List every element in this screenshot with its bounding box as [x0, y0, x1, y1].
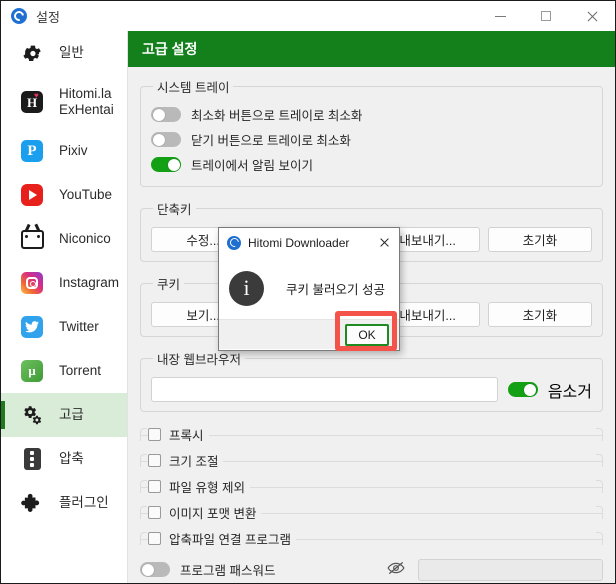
tray-option-close-to-tray[interactable]: 닫기 버튼으로 트레이로 최소화: [151, 127, 592, 152]
close-icon: [379, 237, 390, 248]
app-logo-icon: [11, 8, 27, 24]
window-title: 설정: [36, 9, 60, 25]
hotkey-reset-button[interactable]: 초기화: [487, 227, 592, 252]
checkbox-image-format-convert[interactable]: [148, 505, 161, 519]
dialog-message: 쿠키 불러오기 성공: [286, 282, 385, 297]
dialog-body: i 쿠키 불러오기 성공: [219, 257, 399, 319]
hotkey-legend: 단축키: [157, 203, 192, 217]
program-password-row: 프로그램 패스워드: [140, 554, 603, 583]
maximize-button[interactable]: [523, 1, 569, 31]
sidebar-item-general[interactable]: 일반: [1, 31, 127, 75]
toggle-show-notification[interactable]: [151, 157, 181, 172]
dialog-footer: OK: [219, 319, 399, 349]
minimize-button[interactable]: [477, 1, 523, 31]
web-browser-row: 음소거: [151, 377, 592, 402]
checkbox-exclude-filetype[interactable]: [148, 479, 161, 493]
program-password-field[interactable]: [418, 558, 603, 581]
exclude-filetype-group[interactable]: 파일 유형 제외: [140, 476, 603, 496]
web-browser-group: 내장 웹브라우저 음소거: [140, 349, 603, 412]
checkbox-label: 파일 유형 제외: [169, 480, 245, 495]
toggle-close-to-tray[interactable]: [151, 132, 181, 147]
checkbox-archive-association[interactable]: [148, 531, 161, 545]
sidebar-item-advanced[interactable]: 고급: [1, 393, 127, 437]
twitter-icon: [19, 314, 45, 340]
tray-option-minimize-to-tray[interactable]: 최소화 버튼으로 트레이로 최소화: [151, 102, 592, 127]
archive-association-group[interactable]: 압축파일 연결 프로그램: [140, 528, 603, 548]
toggle-label: 최소화 버튼으로 트레이로 최소화: [191, 109, 363, 123]
toggle-label: 닫기 버튼으로 트레이로 최소화: [191, 134, 351, 148]
window-controls: [477, 1, 615, 31]
sidebar-item-label: 일반: [59, 45, 84, 61]
sidebar-item-twitter[interactable]: Twitter: [1, 305, 127, 349]
close-button[interactable]: [569, 1, 615, 31]
sidebar-item-pixiv[interactable]: P Pixiv: [1, 129, 127, 173]
sidebar-item-youtube[interactable]: YouTube: [1, 173, 127, 217]
system-tray-group: 시스템 트레이 최소화 버튼으로 트레이로 최소화 닫기 버튼으로 트레이로 최…: [140, 77, 603, 187]
sidebar: 일반 H ♥ Hitomi.la ExHentai P Pixiv YouTube…: [1, 31, 128, 583]
sidebar-item-niconico[interactable]: Niconico: [1, 217, 127, 261]
advanced-gear-icon: [19, 402, 45, 428]
toggle-label: 트레이에서 알림 보이기: [191, 159, 313, 173]
cookie-reset-button[interactable]: 초기화: [487, 302, 592, 327]
dialog-close-button[interactable]: [373, 232, 395, 254]
ok-button[interactable]: OK: [345, 323, 389, 346]
plugin-icon: [19, 490, 45, 516]
niconico-icon: [19, 226, 45, 252]
checkbox-label: 압축파일 연결 프로그램: [169, 532, 291, 547]
sidebar-item-torrent[interactable]: µ Torrent: [1, 349, 127, 393]
sidebar-item-label-line2: ExHentai: [59, 102, 114, 117]
sidebar-item-plugin[interactable]: 플러그인: [1, 481, 127, 525]
eye-off-icon[interactable]: [386, 561, 406, 579]
title-bar: 설정: [1, 1, 615, 31]
minimize-icon: [494, 15, 506, 17]
sidebar-item-label: YouTube: [59, 187, 113, 203]
app-logo-icon: [227, 235, 241, 250]
toggle-program-password[interactable]: [140, 562, 170, 577]
gear-icon: [19, 40, 45, 66]
system-tray-legend: 시스템 트레이: [157, 81, 230, 95]
web-browser-input[interactable]: [151, 377, 498, 402]
page-title: 고급 설정: [128, 31, 615, 67]
sidebar-item-label: 플러그인: [59, 495, 109, 511]
archive-icon: [19, 446, 45, 472]
checkbox-label: 이미지 포맷 변환: [169, 506, 257, 521]
youtube-icon: [19, 182, 45, 208]
maximize-icon: [541, 11, 551, 21]
sidebar-item-label: Instagram: [59, 275, 120, 291]
dialog-title-bar: Hitomi Downloader: [219, 228, 399, 257]
message-dialog: Hitomi Downloader i 쿠키 불러오기 성공 OK: [218, 227, 400, 351]
resize-group[interactable]: 크기 조절: [140, 450, 603, 470]
instagram-icon: [19, 270, 45, 296]
settings-window: 설정 일반 H ♥ Hitomi.la ExHentai P Pixiv You…: [0, 0, 616, 584]
option-label: 프로그램 패스워드: [180, 564, 276, 578]
cookie-legend: 쿠키: [157, 278, 181, 292]
sidebar-item-label: Twitter: [59, 319, 99, 335]
checkbox-proxy[interactable]: [148, 427, 161, 441]
checkbox-label: 크기 조절: [169, 454, 219, 469]
mute-label: 음소거: [547, 383, 592, 401]
sidebar-item-archive[interactable]: 압축: [1, 437, 127, 481]
sidebar-item-label: 압축: [59, 451, 84, 467]
sidebar-item-label: Pixiv: [59, 143, 88, 159]
checkbox-label: 프록시: [169, 428, 204, 443]
pixiv-icon: P: [19, 138, 45, 164]
info-icon: i: [229, 270, 264, 306]
sidebar-item-hitomi[interactable]: H ♥ Hitomi.la ExHentai: [1, 75, 127, 129]
tray-option-show-notification[interactable]: 트레이에서 알림 보이기: [151, 152, 592, 177]
torrent-icon: µ: [19, 358, 45, 384]
web-browser-legend: 내장 웹브라우저: [157, 353, 241, 367]
sidebar-item-label-line1: Hitomi.la: [59, 86, 112, 102]
hitomi-icon: H ♥: [19, 89, 45, 115]
image-format-convert-group[interactable]: 이미지 포맷 변환: [140, 502, 603, 522]
sidebar-item-label: Torrent: [59, 363, 102, 379]
toggle-mute[interactable]: [507, 382, 538, 397]
dialog-title: Hitomi Downloader: [248, 235, 350, 250]
sidebar-item-label: 고급: [59, 407, 84, 423]
toggle-minimize-to-tray[interactable]: [151, 107, 181, 122]
sidebar-item-instagram[interactable]: Instagram: [1, 261, 127, 305]
proxy-group[interactable]: 프록시: [140, 424, 603, 444]
close-icon: [586, 10, 599, 23]
checkbox-resize[interactable]: [148, 453, 161, 467]
sidebar-item-label: Niconico: [59, 231, 111, 247]
